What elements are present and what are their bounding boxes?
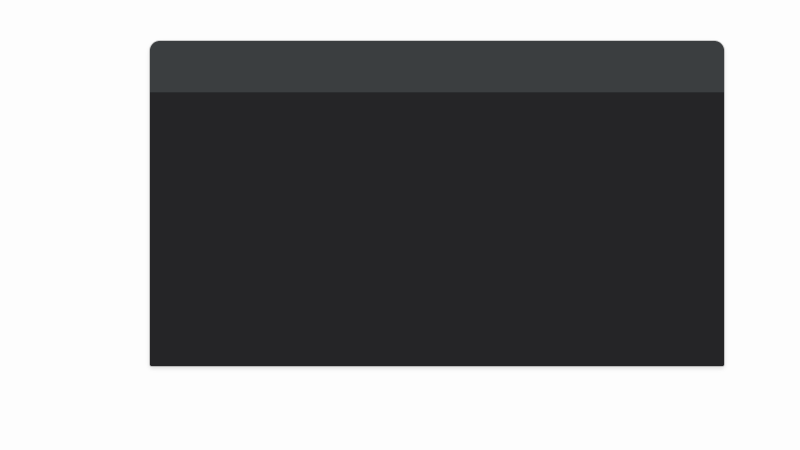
- android-studio-window: app Pixel 4a (5G) API 30: [150, 41, 724, 366]
- main-toolbar: [150, 41, 724, 93]
- editor-content-area: [150, 94, 724, 366]
- desktop-background: app Pixel 4a (5G) API 30: [0, 0, 800, 450]
